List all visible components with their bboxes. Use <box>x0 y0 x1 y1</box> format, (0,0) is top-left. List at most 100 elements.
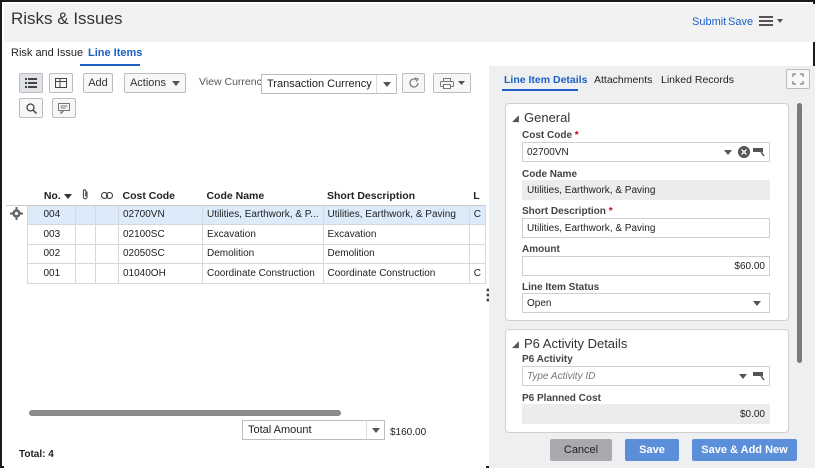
grid-view-button[interactable] <box>49 73 73 93</box>
short-description-label: Short Description * <box>522 206 613 217</box>
row-settings-cell <box>6 264 28 284</box>
caret-down-icon <box>376 75 396 93</box>
column-header-attachments[interactable] <box>75 187 96 206</box>
table-row[interactable]: 004 02700VN Utilities, Earthwork, & P...… <box>6 204 487 225</box>
column-header-l[interactable]: L <box>469 187 486 206</box>
cost-code-label: Cost Code * <box>522 130 579 141</box>
save-and-add-new-button[interactable]: Save & Add New <box>692 439 797 461</box>
actions-dropdown[interactable]: Actions <box>124 73 186 93</box>
cell-no: 003 <box>27 224 77 245</box>
cell-attachments <box>75 263 97 284</box>
cell-attachments <box>75 204 97 225</box>
code-name-field: Utilities, Earthwork, & Paving <box>522 180 770 200</box>
picker-icon[interactable] <box>753 371 765 381</box>
caret-down-icon <box>724 149 732 155</box>
refresh-icon <box>408 77 420 89</box>
comments-button[interactable] <box>52 98 76 118</box>
general-section-title: General <box>524 110 571 125</box>
code-name-label: Code Name <box>522 169 578 180</box>
collapse-triangle-icon[interactable]: ◢ <box>512 339 519 350</box>
table-icon <box>55 78 67 88</box>
row-settings-cell[interactable] <box>6 205 28 225</box>
cell-attachments <box>75 224 97 245</box>
tab-attachments[interactable]: Attachments <box>594 74 652 86</box>
line-items-panel: Add Actions View Currency Transaction Cu… <box>4 66 487 468</box>
cell-code-name: Excavation <box>201 224 324 245</box>
cell-l <box>468 243 487 264</box>
cell-l: C <box>468 263 487 284</box>
table-row[interactable]: 003 02100SC Excavation Excavation <box>6 224 487 245</box>
line-item-status-select[interactable]: Open <box>522 293 770 313</box>
total-amount-select[interactable]: Total Amount <box>242 420 385 440</box>
cost-code-select[interactable]: 02700VN <box>522 142 770 162</box>
expand-button[interactable] <box>786 69 810 89</box>
cost-code-label-text: Cost Code <box>522 130 572 141</box>
cell-no: 001 <box>27 263 77 284</box>
paperclip-icon <box>82 189 89 200</box>
print-dropdown[interactable] <box>433 73 471 93</box>
cell-code-name: Coordinate Construction <box>201 263 324 284</box>
cell-short-description: Excavation <box>322 224 470 245</box>
cell-links <box>95 263 119 284</box>
cell-cost-code: 02700VN <box>118 204 203 225</box>
cell-short-description: Coordinate Construction <box>322 263 470 284</box>
column-header-code-name[interactable]: Code Name <box>202 187 323 206</box>
view-currency-label: View Currency <box>199 76 268 88</box>
submit-link[interactable]: Submit <box>692 16 726 28</box>
list-view-button[interactable] <box>19 73 43 93</box>
clear-icon[interactable] <box>738 146 750 158</box>
expand-icon <box>792 73 804 85</box>
column-header-cost-code[interactable]: Cost Code <box>118 187 203 206</box>
gear-icon[interactable] <box>10 207 24 220</box>
general-section: ◢ General Cost Code * 02700VN Code Name … <box>505 103 789 321</box>
collapse-triangle-icon[interactable]: ◢ <box>512 113 519 124</box>
column-header-links[interactable] <box>95 187 119 206</box>
add-button[interactable]: Add <box>83 73 113 93</box>
save-link[interactable]: Save <box>728 16 753 28</box>
cell-code-name: Demolition <box>201 243 324 264</box>
vertical-scrollbar[interactable] <box>797 103 802 363</box>
view-currency-select[interactable]: Transaction Currency <box>261 74 397 94</box>
horizontal-scrollbar[interactable] <box>29 410 341 416</box>
view-currency-value: Transaction Currency <box>267 78 372 90</box>
cell-cost-code: 01040OH <box>118 263 203 284</box>
sort-descending-icon[interactable] <box>63 193 72 199</box>
short-description-label-text: Short Description <box>522 206 606 217</box>
cell-l <box>468 224 487 245</box>
list-icon <box>25 78 37 88</box>
cell-attachments <box>75 243 97 264</box>
cell-cost-code: 02050SC <box>118 243 203 264</box>
short-description-input[interactable]: Utilities, Earthwork, & Paving <box>522 218 770 238</box>
refresh-button[interactable] <box>402 73 425 93</box>
tab-linked-records[interactable]: Linked Records <box>661 74 734 86</box>
comment-icon <box>58 102 70 114</box>
row-settings-cell <box>6 225 28 245</box>
search-icon <box>25 102 37 114</box>
search-button[interactable] <box>19 98 43 118</box>
active-tab-indicator <box>502 89 578 91</box>
caret-down-icon <box>366 421 384 439</box>
column-header-no-label: No. <box>43 189 61 202</box>
line-items-table: No. Cost Code Code Name Short Descriptio… <box>6 187 487 284</box>
picker-icon[interactable] <box>753 147 765 157</box>
table-row[interactable]: 002 02050SC Demolition Demolition <box>6 243 487 264</box>
tab-risk-and-issue[interactable]: Risk and Issue <box>11 47 83 59</box>
column-header-no[interactable]: No. <box>27 187 76 206</box>
p6-planned-cost-field: $0.00 <box>522 404 770 424</box>
hamburger-menu-icon[interactable] <box>759 14 785 30</box>
tab-line-item-details[interactable]: Line Item Details <box>504 74 587 86</box>
cell-short-description: Utilities, Earthwork, & Paving <box>322 204 470 225</box>
cancel-button[interactable]: Cancel <box>550 439 612 461</box>
p6-planned-cost-label: P6 Planned Cost <box>522 393 601 404</box>
p6-activity-select[interactable]: Type Activity ID <box>522 366 770 386</box>
cell-short-description: Demolition <box>322 243 470 264</box>
p6-activity-section: ◢ P6 Activity Details P6 Activity Type A… <box>505 329 789 433</box>
save-button[interactable]: Save <box>625 439 679 461</box>
caret-down-icon <box>172 80 181 86</box>
amount-input[interactable]: $60.00 <box>522 256 770 276</box>
tab-line-items[interactable]: Line Items <box>88 47 142 59</box>
column-header-short-description[interactable]: Short Description <box>323 187 470 206</box>
amount-label: Amount <box>522 244 560 255</box>
actions-label: Actions <box>129 77 167 89</box>
table-row[interactable]: 001 01040OH Coordinate Construction Coor… <box>6 263 487 284</box>
